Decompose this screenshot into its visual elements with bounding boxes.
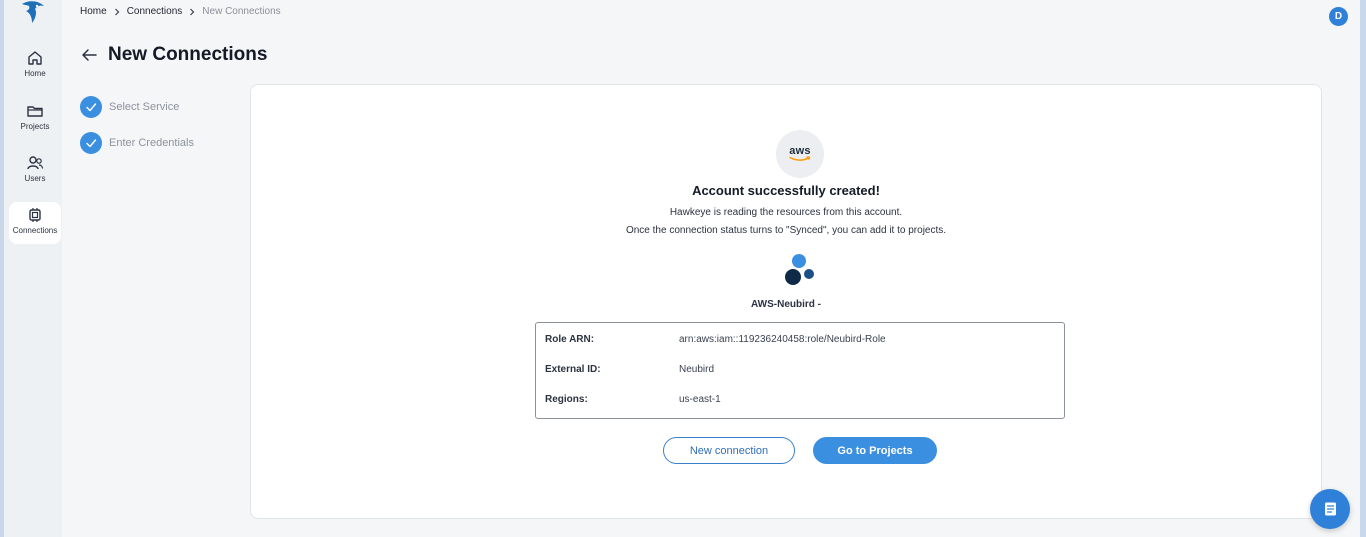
sidebar-item-projects[interactable]: Projects (9, 98, 61, 140)
sidebar-item-home[interactable]: Home (9, 45, 61, 87)
home-icon (28, 51, 42, 65)
neubird-logo-icon (785, 254, 814, 285)
breadcrumb-current: New Connections (202, 6, 281, 17)
connection-details: Role ARN: arn:aws:iam::119236240458:role… (535, 322, 1065, 419)
hawk-logo-icon[interactable] (20, 0, 46, 24)
detail-value: us-east-1 (679, 394, 721, 405)
aws-smile-icon (789, 156, 811, 161)
scrollbar-track[interactable] (1360, 0, 1366, 537)
book-icon (1325, 502, 1336, 516)
detail-key: External ID: (545, 364, 601, 375)
sidebar-item-label: Projects (20, 122, 50, 131)
breadcrumb: Home Connections New Connections (80, 6, 281, 17)
detail-key: Role ARN: (545, 334, 595, 345)
page-header: New Connections (80, 44, 267, 66)
chevron-right-icon (114, 8, 120, 15)
connection-name: AWS-Neubird - (751, 299, 821, 310)
sidebar-item-connections[interactable]: Connections (9, 202, 61, 244)
sidebar-item-users[interactable]: Users (9, 150, 61, 192)
help-chat-button[interactable] (1310, 489, 1350, 529)
success-card: aws Account successfully created! Hawkey… (250, 84, 1322, 519)
chevron-right-icon (190, 8, 195, 15)
step-label: Enter Credentials (109, 137, 194, 149)
sidebar-item-label: Home (24, 69, 46, 78)
folder-icon (27, 106, 43, 117)
detail-key: Regions: (545, 394, 588, 405)
success-description-line1: Hawkeye is reading the resources from th… (669, 207, 903, 218)
success-description-line2: Once the connection status turns to "Syn… (625, 225, 947, 236)
sidebar: Home Projects Users Connections (0, 0, 62, 537)
step-enter-credentials[interactable]: Enter Credentials (80, 132, 194, 154)
users-icon (27, 156, 44, 170)
step-label: Select Service (109, 101, 180, 113)
page-title: New Connections (108, 44, 268, 65)
check-icon (80, 132, 102, 154)
go-to-projects-button[interactable]: Go to Projects (813, 437, 937, 464)
stepper: Select Service Enter Credentials (80, 96, 194, 168)
aws-logo-text: aws (789, 145, 811, 157)
user-avatar[interactable]: D (1329, 7, 1348, 26)
sidebar-item-label: Users (24, 174, 46, 183)
detail-value: arn:aws:iam::119236240458:role/Neubird-R… (679, 334, 886, 345)
breadcrumb-connections-link[interactable]: Connections (127, 6, 183, 17)
new-connection-button[interactable]: New connection (663, 437, 795, 464)
check-icon (80, 96, 102, 118)
step-select-service[interactable]: Select Service (80, 96, 194, 118)
chip-icon (29, 208, 41, 222)
detail-row: Regions: us-east-1 (545, 394, 721, 405)
detail-row: Role ARN: arn:aws:iam::119236240458:role… (545, 334, 886, 345)
detail-row: External ID: Neubird (545, 364, 714, 375)
breadcrumb-home-link[interactable]: Home (80, 6, 107, 17)
sidebar-item-label: Connections (12, 226, 58, 235)
aws-logo: aws (776, 130, 824, 178)
back-arrow-icon[interactable] (80, 46, 98, 64)
detail-value: Neubird (679, 364, 715, 375)
success-title: Account successfully created! (692, 183, 880, 198)
